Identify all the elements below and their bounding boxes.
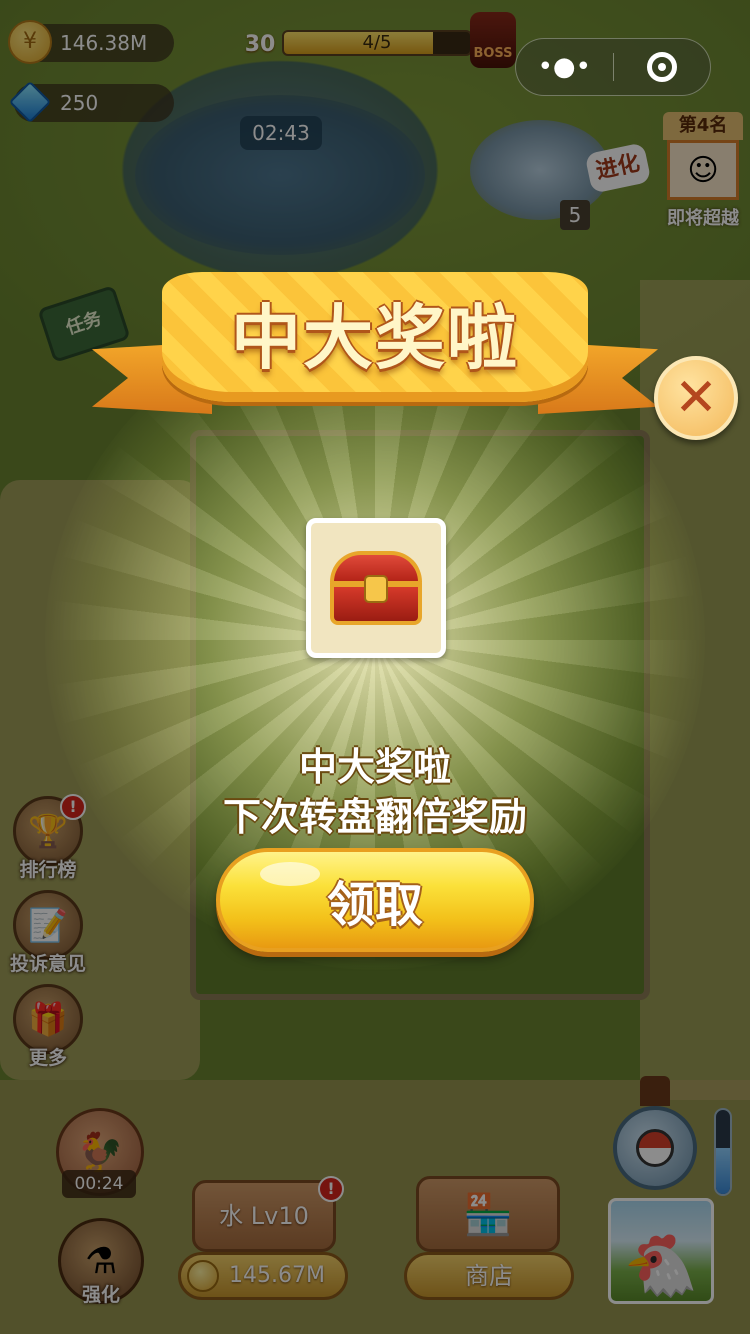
claim-label: 领取 (326, 877, 423, 933)
reward-message-line1: 中大奖啦 (298, 745, 451, 789)
reward-message-line2: 下次转盘翻倍奖励 (222, 795, 527, 839)
popup-title: 中大奖啦 (231, 297, 519, 379)
mini-program-capsule: •●• (515, 38, 711, 96)
mini-program-close-icon[interactable] (614, 39, 711, 95)
claim-reward-button[interactable]: 领取 (216, 848, 534, 952)
close-popup-button[interactable]: ✕ (654, 356, 738, 440)
treasure-chest-icon (330, 551, 422, 625)
close-icon: ✕ (674, 368, 718, 428)
title-ribbon: 中大奖啦 (92, 262, 658, 442)
more-dots-icon[interactable]: •●• (516, 39, 613, 95)
reward-item-frame (306, 518, 446, 658)
